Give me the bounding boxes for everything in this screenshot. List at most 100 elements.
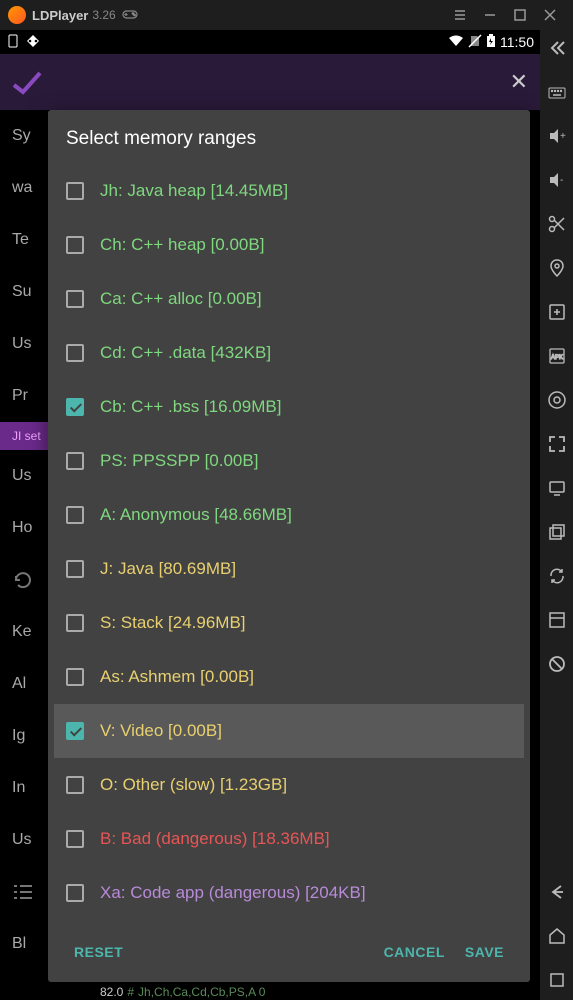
dialog-footer: RESET CANCEL SAVE [48,926,530,982]
checkmark-icon [12,67,42,97]
rotate-icon[interactable] [547,654,567,674]
sync-icon[interactable] [547,566,567,586]
memory-ranges-list[interactable]: Jh: Java heap [14.45MB] Ch: C++ heap [0.0… [48,164,530,926]
memory-range-label: V: Video [0.00B] [100,721,222,741]
bg-item-highlighted: JI set [0,422,50,450]
checkbox[interactable] [66,182,84,200]
memory-range-label: Xa: Code app (dangerous) [204KB] [100,883,366,903]
checkbox[interactable] [66,290,84,308]
menu-button[interactable] [445,5,475,25]
volume-down-icon[interactable]: - [547,170,567,190]
device-icon [6,34,20,51]
checkbox[interactable] [66,668,84,686]
footer-value: 82.0 [100,985,123,999]
fullscreen-icon[interactable] [547,434,567,454]
memory-range-item[interactable]: A: Anonymous [48.66MB] [54,488,524,542]
apk-icon[interactable]: APK [547,346,567,366]
memory-range-item[interactable]: As: Ashmem [0.00B] [54,650,524,704]
checkbox[interactable] [66,884,84,902]
reset-button[interactable]: RESET [64,936,133,968]
checkbox[interactable] [66,506,84,524]
memory-range-item[interactable]: Xa: Code app (dangerous) [204KB] [54,866,524,920]
memory-range-item[interactable]: Ch: C++ heap [0.00B] [54,218,524,272]
settings-icon[interactable] [547,390,567,410]
volume-up-icon[interactable]: + [547,126,567,146]
memory-range-item[interactable]: J: Java [80.69MB] [54,542,524,596]
memory-range-label: J: Java [80.69MB] [100,559,236,579]
bg-item: Ho [0,502,50,554]
checkbox[interactable] [66,452,84,470]
bg-item: Ke [0,606,50,658]
scissors-icon[interactable] [547,214,567,234]
svg-text:APK: APK [550,355,562,361]
memory-range-item[interactable]: Jh: Java heap [14.45MB] [54,164,524,218]
disk-icon[interactable] [547,610,567,630]
recent-icon[interactable] [547,970,567,990]
memory-range-item[interactable]: O: Other (slow) [1.23GB] [54,758,524,812]
memory-range-item[interactable]: Cb: C++ .bss [16.09MB] [54,380,524,434]
phone-screen: 11:50 ✕ Sy wa Te Su Us Pr JI set Us Ho K… [0,30,540,1000]
memory-range-label: O: Other (slow) [1.23GB] [100,775,287,795]
app-notification-icon [26,34,40,51]
memory-range-label: PS: PPSSPP [0.00B] [100,451,258,471]
memory-range-item[interactable]: Ca: C++ alloc [0.00B] [54,272,524,326]
no-sim-icon [468,34,482,51]
footer-regions: Jh,Ch,Ca,Cd,Cb,PS,A 0 [138,985,265,999]
bg-item: Te [0,214,50,266]
svg-text:-: - [560,175,563,186]
add-window-icon[interactable] [547,302,567,322]
app-version: 3.26 [92,8,115,22]
location-icon[interactable] [547,258,567,278]
checkbox[interactable] [66,614,84,632]
keyboard-icon[interactable] [547,82,567,102]
background-list: Sy wa Te Su Us Pr JI set Us Ho Ke Al Ig … [0,110,50,970]
memory-range-label: As: Ashmem [0.00B] [100,667,254,687]
android-statusbar: 11:50 [0,30,540,54]
memory-ranges-dialog: Select memory ranges Jh: Java heap [14.4… [48,110,530,982]
checkbox[interactable] [66,722,84,740]
bg-item: Ig [0,710,50,762]
memory-range-item[interactable]: V: Video [0.00B] [54,704,524,758]
back-icon[interactable] [547,882,567,902]
monitor-icon[interactable] [547,478,567,498]
bg-item [0,554,50,606]
cancel-button[interactable]: CANCEL [374,936,455,968]
memory-range-label: Ca: C++ alloc [0.00B] [100,289,262,309]
checkbox[interactable] [66,776,84,794]
bg-item: Sy [0,110,50,162]
checkbox[interactable] [66,560,84,578]
save-button[interactable]: SAVE [455,936,514,968]
multi-window-icon[interactable] [547,522,567,542]
checkbox[interactable] [66,830,84,848]
dialog-title: Select memory ranges [48,110,530,164]
memory-range-item[interactable]: B: Bad (dangerous) [18.36MB] [54,812,524,866]
wifi-icon [448,35,464,50]
memory-range-item[interactable]: Cd: C++ .data [432KB] [54,326,524,380]
memory-range-label: Cd: C++ .data [432KB] [100,343,271,363]
home-icon[interactable] [547,926,567,946]
checkbox[interactable] [66,236,84,254]
memory-range-label: S: Stack [24.96MB] [100,613,246,633]
memory-range-label: Cb: C++ .bss [16.09MB] [100,397,281,417]
memory-range-label: Jh: Java heap [14.45MB] [100,181,288,201]
close-button[interactable] [535,5,565,25]
memory-range-item[interactable]: S: Stack [24.96MB] [54,596,524,650]
memory-range-label: A: Anonymous [48.66MB] [100,505,292,525]
maximize-button[interactable] [505,5,535,25]
header-close-icon[interactable]: ✕ [510,69,528,95]
svg-text:+: + [560,131,566,142]
minimize-button[interactable] [475,5,505,25]
ldplayer-logo [8,6,26,24]
bg-item: Al [0,658,50,710]
memory-range-label: Ch: C++ heap [0.00B] [100,235,264,255]
bg-item: Pr [0,370,50,422]
bg-item [0,866,50,918]
collapse-icon[interactable] [547,38,567,58]
memory-range-label: B: Bad (dangerous) [18.36MB] [100,829,330,849]
checkbox[interactable] [66,344,84,362]
bg-item: Us [0,318,50,370]
checkbox[interactable] [66,398,84,416]
memory-range-item[interactable]: PS: PPSSPP [0.00B] [54,434,524,488]
app-name: LDPlayer [32,8,88,23]
battery-charging-icon [486,34,496,51]
